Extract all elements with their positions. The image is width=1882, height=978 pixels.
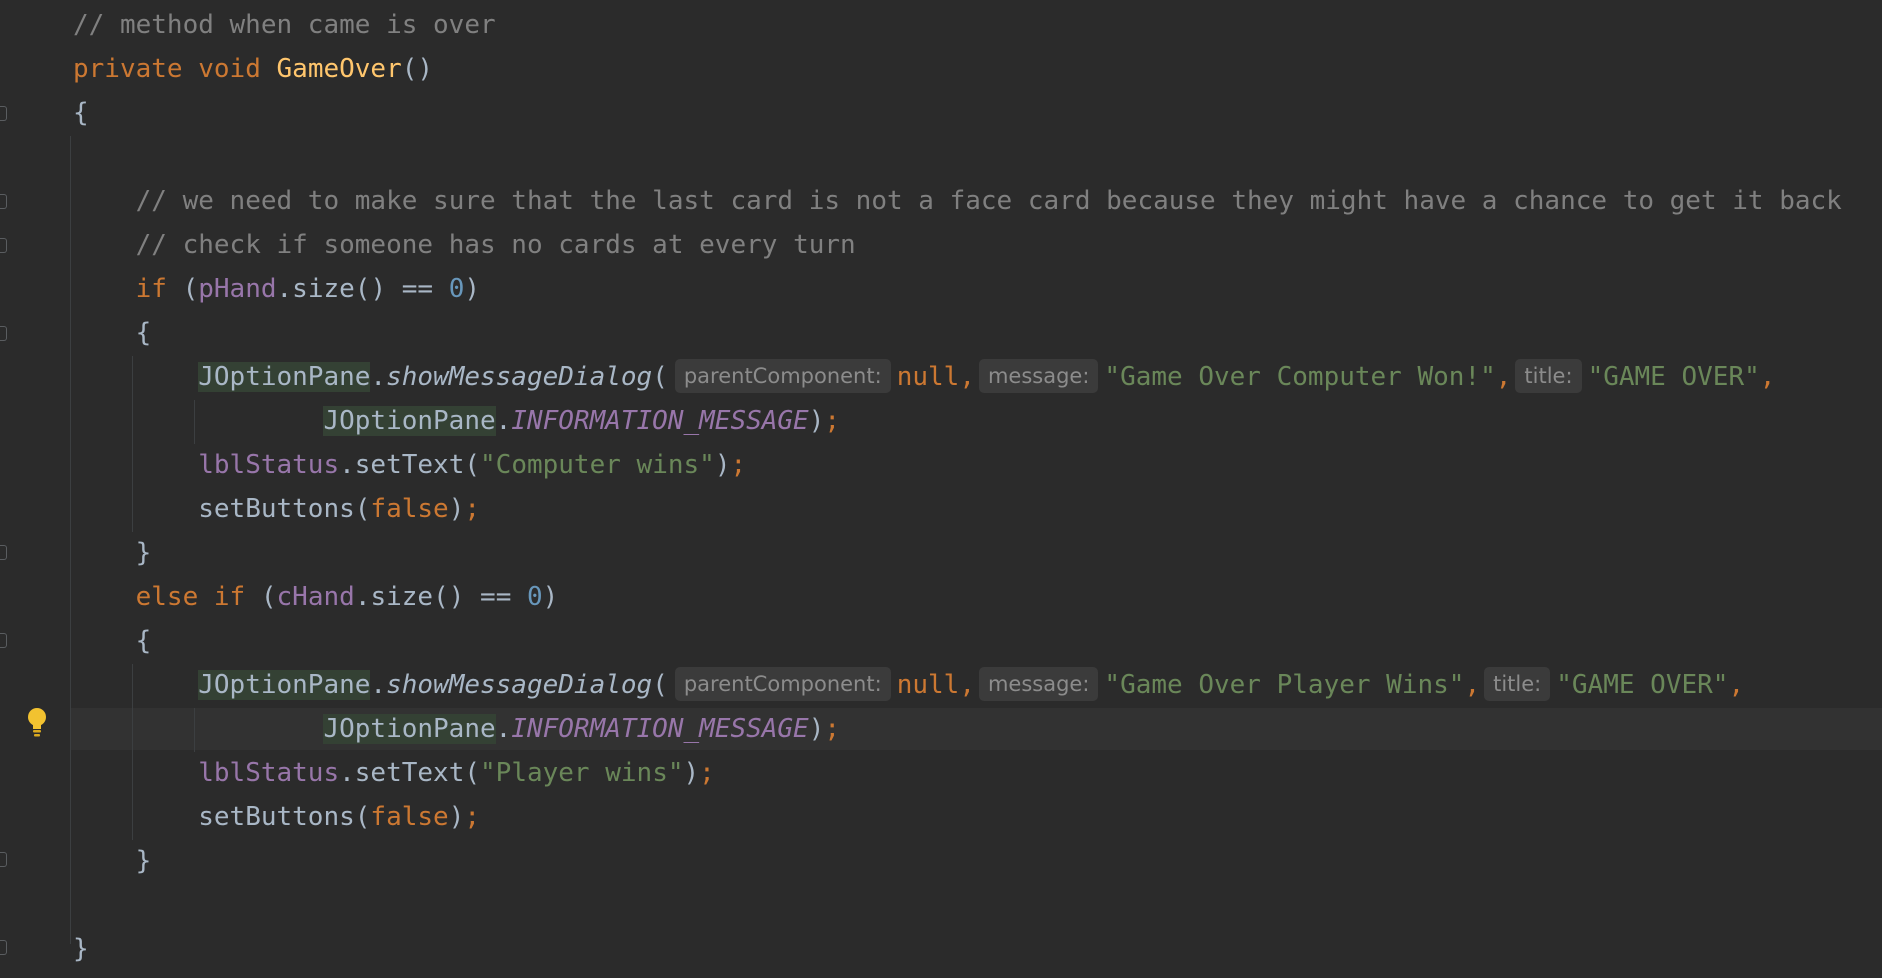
parameter-hint: parentComponent:: [674, 667, 891, 701]
fold-marker-icon[interactable]: [0, 106, 7, 121]
string: "Game Over Player Wins": [1104, 670, 1465, 700]
class-name: JOptionPane: [198, 670, 371, 700]
fold-marker-icon[interactable]: [0, 852, 7, 867]
fold-marker-icon[interactable]: [0, 940, 7, 955]
code-line[interactable]: {: [73, 619, 152, 663]
brace: }: [135, 846, 152, 876]
fold-marker-icon[interactable]: [0, 238, 7, 253]
code-line[interactable]: else if (cHand.size() == 0): [73, 575, 559, 619]
code-text: .size() ==: [276, 274, 449, 304]
code-line[interactable]: {: [73, 311, 152, 355]
static-field: INFORMATION_MESSAGE: [511, 406, 809, 436]
lightbulb-icon[interactable]: [27, 706, 47, 738]
number: 0: [448, 274, 465, 304]
parameter-hint: title:: [1484, 667, 1551, 701]
code-line[interactable]: // method when came is over: [73, 3, 496, 47]
code-line[interactable]: setButtons(false);: [73, 487, 480, 531]
parameter-hint: message:: [978, 667, 1099, 701]
fold-marker-icon[interactable]: [0, 194, 7, 209]
parameter-hint: title:: [1515, 359, 1582, 393]
code-text: .size() ==: [354, 582, 527, 612]
code-line[interactable]: {: [73, 91, 89, 135]
code-text: .setText(: [339, 450, 481, 480]
keyword: void: [198, 54, 261, 84]
comment: // check if someone has no cards at ever…: [135, 230, 856, 260]
brace: {: [135, 318, 152, 348]
comment: // method when came is over: [73, 10, 496, 40]
keyword: private: [73, 54, 183, 84]
code-text: setButtons(: [198, 802, 371, 832]
code-line[interactable]: private void GameOver(): [73, 47, 433, 91]
brace: {: [73, 98, 89, 128]
punctuation: (): [401, 54, 434, 84]
class-name: JOptionPane: [198, 362, 371, 392]
parameter-hint: message:: [978, 359, 1099, 393]
keyword: else: [135, 582, 199, 612]
keyword: false: [370, 494, 449, 524]
field: lblStatus: [198, 450, 340, 480]
code-line[interactable]: }: [73, 927, 89, 971]
editor-gutter: [0, 0, 70, 978]
parameter-hint: parentComponent:: [674, 359, 891, 393]
code-text: .setText(: [339, 758, 481, 788]
brace: }: [135, 538, 152, 568]
code-line[interactable]: lblStatus.setText("Computer wins");: [73, 443, 746, 487]
code-text: setButtons(: [198, 494, 371, 524]
string: "GAME OVER": [1556, 670, 1729, 700]
method-call: showMessageDialog: [386, 362, 653, 392]
string: "GAME OVER": [1587, 362, 1760, 392]
code-line[interactable]: setButtons(false);: [73, 795, 480, 839]
code-line[interactable]: JOptionPane.INFORMATION_MESSAGE);: [73, 707, 840, 751]
keyword: null: [896, 670, 960, 700]
brace: }: [73, 934, 89, 964]
fold-marker-icon[interactable]: [0, 545, 7, 560]
keyword: null: [896, 362, 960, 392]
field: cHand: [276, 582, 355, 612]
class-name: JOptionPane: [323, 714, 496, 744]
comment: // we need to make sure that the last ca…: [135, 186, 1842, 216]
code-line[interactable]: if (pHand.size() == 0): [73, 267, 480, 311]
code-line[interactable]: }: [73, 839, 152, 883]
string: "Computer wins": [480, 450, 715, 480]
fold-marker-icon[interactable]: [0, 326, 7, 341]
indent-guide: [70, 136, 71, 944]
brace: {: [135, 626, 152, 656]
code-line[interactable]: JOptionPane.showMessageDialog(parentComp…: [73, 663, 1744, 707]
keyword: if: [135, 274, 167, 304]
fold-marker-icon[interactable]: [0, 633, 7, 648]
number: 0: [527, 582, 543, 612]
method-name: GameOver: [276, 54, 402, 84]
code-line[interactable]: // we need to make sure that the last ca…: [73, 179, 1842, 223]
code-line[interactable]: JOptionPane.showMessageDialog(parentComp…: [73, 355, 1775, 399]
field: lblStatus: [198, 758, 340, 788]
code-line[interactable]: JOptionPane.INFORMATION_MESSAGE);: [73, 399, 840, 443]
code-line[interactable]: lblStatus.setText("Player wins");: [73, 751, 715, 795]
code-editor[interactable]: // method when came is over private void…: [0, 0, 1882, 978]
keyword: false: [370, 802, 449, 832]
static-field: INFORMATION_MESSAGE: [511, 714, 809, 744]
keyword: if: [213, 582, 246, 612]
string: "Game Over Computer Won!": [1104, 362, 1496, 392]
method-call: showMessageDialog: [386, 670, 653, 700]
code-line[interactable]: }: [73, 531, 152, 575]
field: pHand: [198, 274, 277, 304]
class-name: JOptionPane: [323, 406, 496, 436]
code-line[interactable]: // check if someone has no cards at ever…: [73, 223, 856, 267]
string: "Player wins": [480, 758, 684, 788]
